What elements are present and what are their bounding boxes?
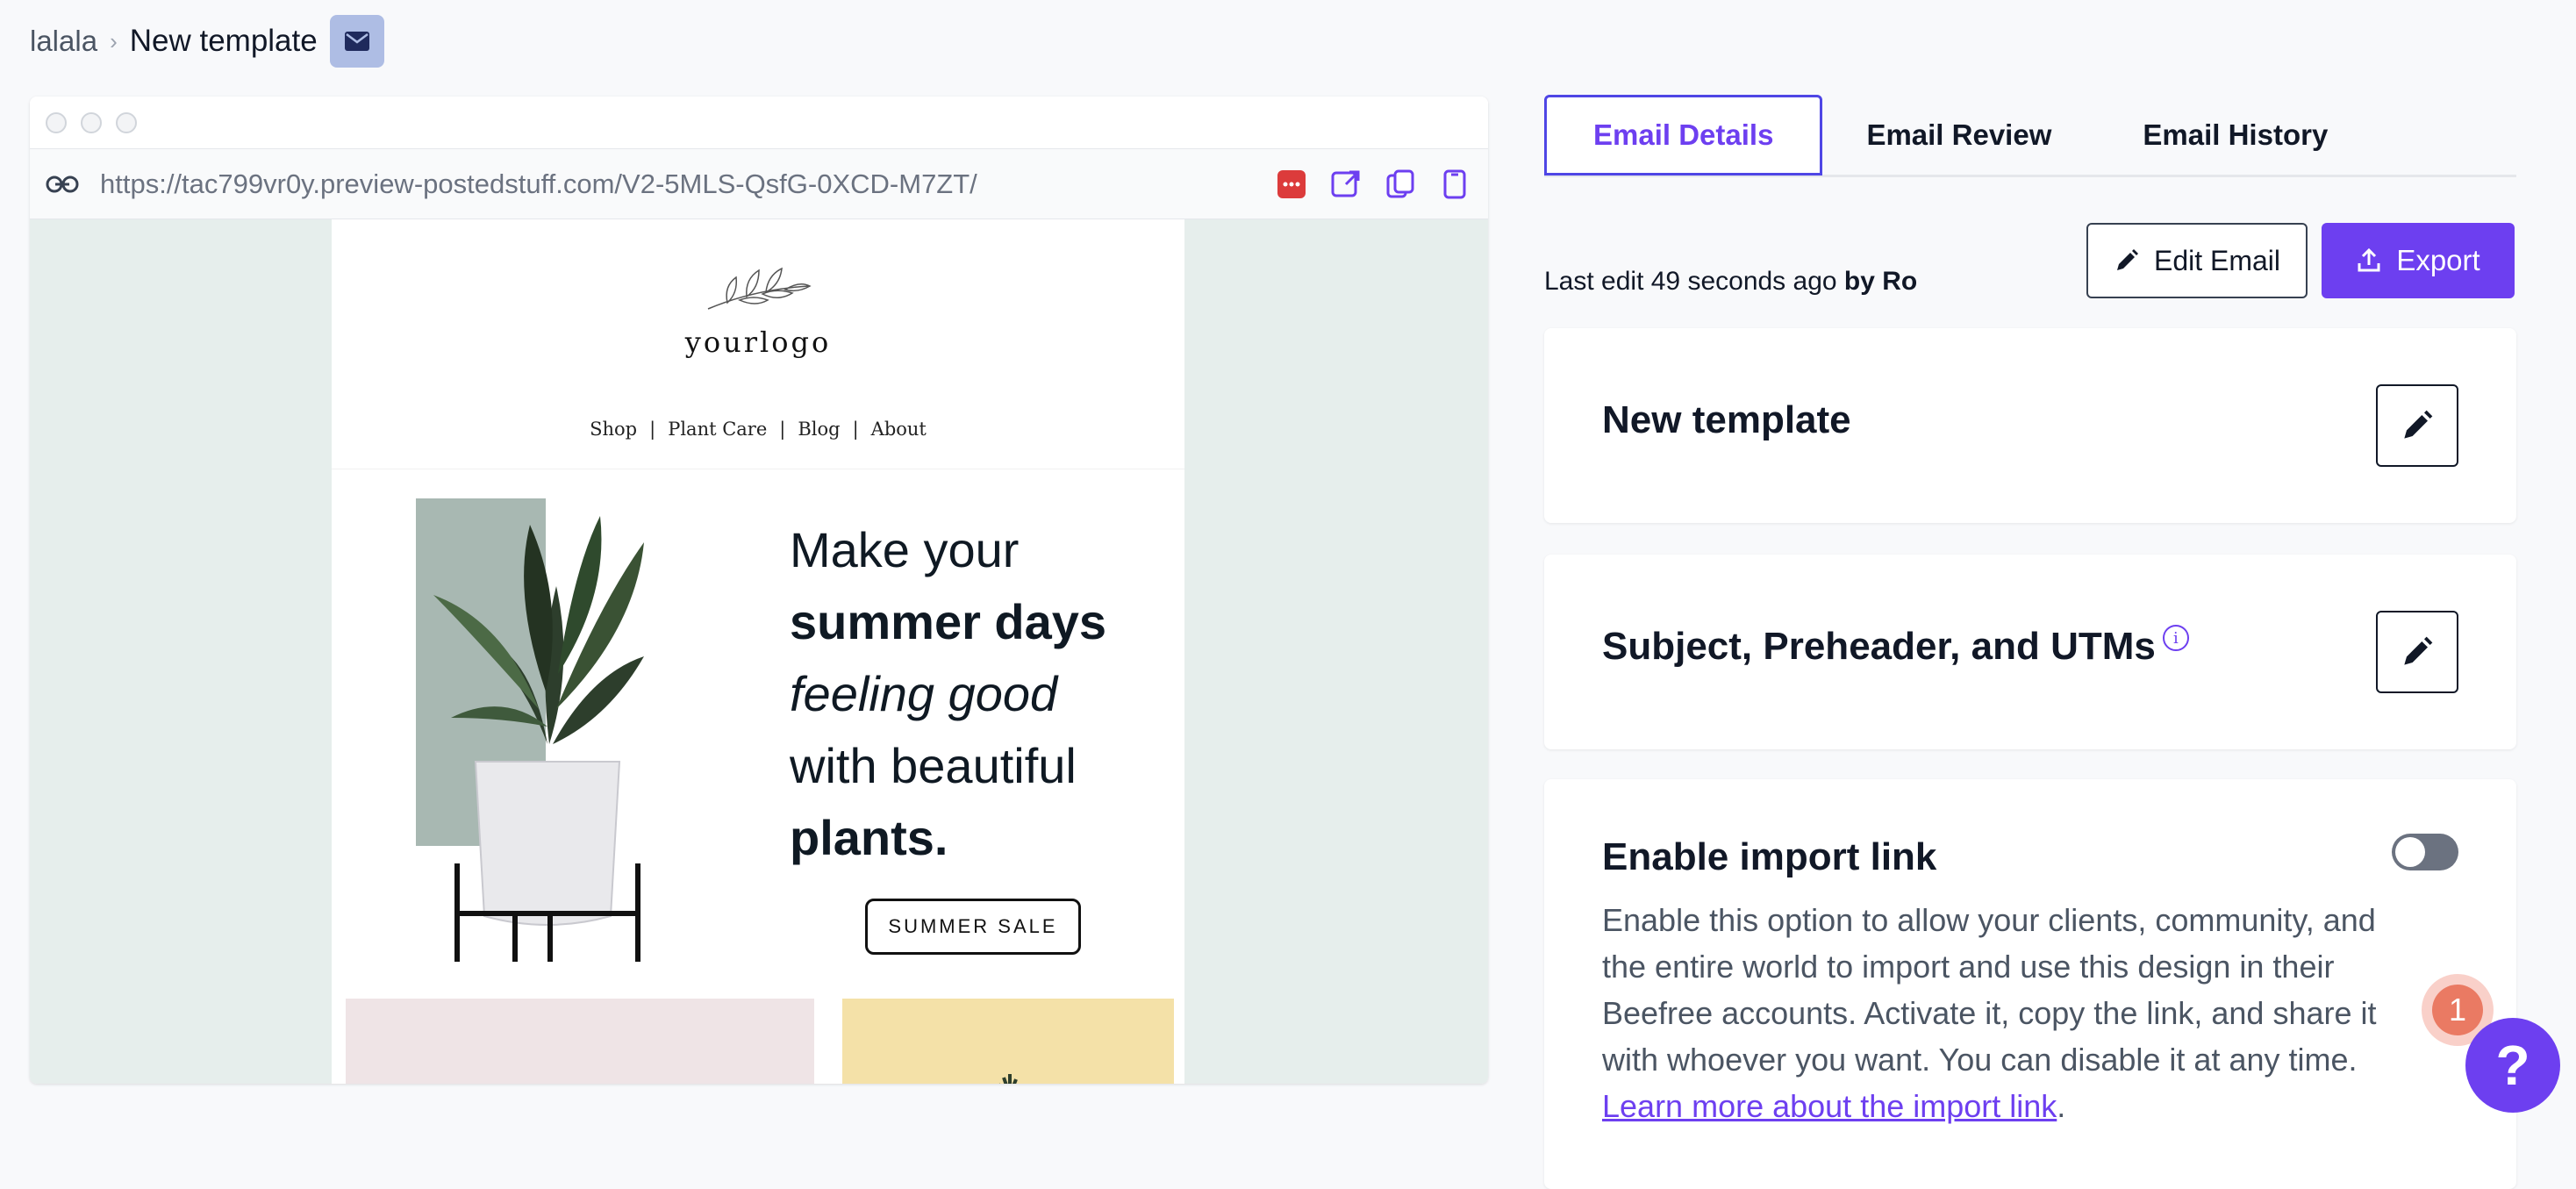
export-label: Export	[2396, 244, 2480, 276]
breadcrumb-current: New template	[129, 24, 318, 58]
period: .	[2057, 1088, 2066, 1124]
hero-line: plants.	[790, 810, 948, 865]
email-nav-item[interactable]: Plant Care	[668, 419, 767, 440]
window-dot	[116, 111, 137, 133]
link-icon	[46, 175, 79, 192]
email-body: yourlogo Shop | Plant Care | Blog | About	[332, 219, 1184, 1084]
edit-template-name-button[interactable]	[2376, 384, 2458, 467]
hero-headline: Make your summer days feeling good with …	[790, 514, 1106, 874]
hero-line: feeling good	[790, 666, 1058, 721]
hero-line: summer days	[790, 594, 1107, 649]
preview-url[interactable]: https://tac799vr0y.preview-postedstuff.c…	[100, 168, 977, 200]
email-nav-item[interactable]: Blog	[798, 419, 840, 440]
edit-email-label: Edit Email	[2153, 244, 2281, 276]
subject-label: Subject, Preheader, and UTMs	[1602, 625, 2156, 668]
email-logo: yourlogo	[332, 254, 1184, 359]
learn-more-link[interactable]: Learn more about the import link	[1602, 1088, 2057, 1124]
envelope-icon	[344, 32, 369, 51]
tab-email-review[interactable]: Email Review	[1822, 95, 2099, 175]
upload-icon	[2358, 247, 2380, 272]
product-tile	[842, 999, 1174, 1084]
email-nav: Shop | Plant Care | Blog | About	[332, 419, 1184, 440]
import-link-description: Enable this option to allow your clients…	[1602, 897, 2392, 1129]
plant-sprout-icon	[998, 1074, 1018, 1084]
copy-icon[interactable]	[1383, 167, 1418, 202]
last-edit-user: by Ro	[1843, 267, 1918, 296]
detail-tabs: Email Details Email Review Email History	[1544, 95, 2516, 177]
subject-card: Subject, Preheader, and UTMs i	[1544, 555, 2516, 749]
import-link-card: Enable import link Enable this option to…	[1544, 779, 2516, 1189]
tab-email-details[interactable]: Email Details	[1544, 95, 1823, 175]
toggle-knob	[2395, 837, 2425, 867]
open-external-icon[interactable]	[1328, 167, 1363, 202]
mobile-view-icon[interactable]	[1437, 167, 1472, 202]
more-options-icon[interactable]	[1274, 167, 1309, 202]
product-tile	[346, 999, 814, 1084]
window-titlebar	[30, 97, 1488, 149]
logo-text: yourlogo	[684, 326, 832, 359]
breadcrumb-separator: ›	[110, 27, 118, 54]
info-icon[interactable]: i	[2162, 625, 2189, 651]
window-dot	[46, 111, 67, 133]
email-type-badge	[329, 15, 384, 68]
edit-subject-button[interactable]	[2376, 611, 2458, 693]
pencil-icon	[2404, 636, 2433, 665]
pencil-icon	[2116, 249, 2138, 270]
edit-email-button[interactable]: Edit Email	[2086, 223, 2308, 298]
email-nav-item[interactable]: About	[871, 419, 927, 440]
tab-email-history[interactable]: Email History	[2099, 95, 2375, 175]
help-button[interactable]: ?	[2465, 1018, 2560, 1113]
import-link-title: Enable import link	[1602, 835, 1937, 878]
hero-line: Make your	[790, 522, 1020, 577]
subject-title: Subject, Preheader, and UTMs i	[1602, 625, 2189, 669]
hero-line: with beautiful	[790, 738, 1077, 793]
template-name: New template	[1602, 398, 1851, 441]
export-button[interactable]: Export	[2322, 223, 2515, 298]
breadcrumb-parent[interactable]: lalala	[30, 25, 97, 58]
email-preview-window: https://tac799vr0y.preview-postedstuff.c…	[30, 97, 1488, 1084]
import-link-text: Enable this option to allow your clients…	[1602, 902, 2377, 1078]
nav-separator: |	[852, 419, 859, 440]
breadcrumb: lalala › New template	[30, 15, 384, 68]
window-dot	[81, 111, 102, 133]
plant-image	[416, 498, 644, 962]
notification-count: 1	[2432, 985, 2483, 1035]
nav-separator: |	[779, 419, 786, 440]
leaf-logo-icon	[707, 267, 812, 310]
import-link-toggle[interactable]	[2392, 834, 2458, 870]
pencil-icon	[2404, 410, 2433, 439]
last-edit-text: Last edit 49 seconds ago	[1544, 267, 1837, 296]
preview-canvas: yourlogo Shop | Plant Care | Blog | About	[30, 219, 1488, 1084]
summer-sale-button[interactable]: SUMMER SALE	[865, 899, 1081, 955]
nav-separator: |	[649, 419, 656, 440]
url-bar: https://tac799vr0y.preview-postedstuff.c…	[30, 149, 1488, 219]
last-edit-info: Last edit 49 seconds ago by Ro	[1544, 267, 1917, 297]
template-name-card: New template	[1544, 328, 2516, 523]
email-nav-item[interactable]: Shop	[590, 419, 637, 440]
